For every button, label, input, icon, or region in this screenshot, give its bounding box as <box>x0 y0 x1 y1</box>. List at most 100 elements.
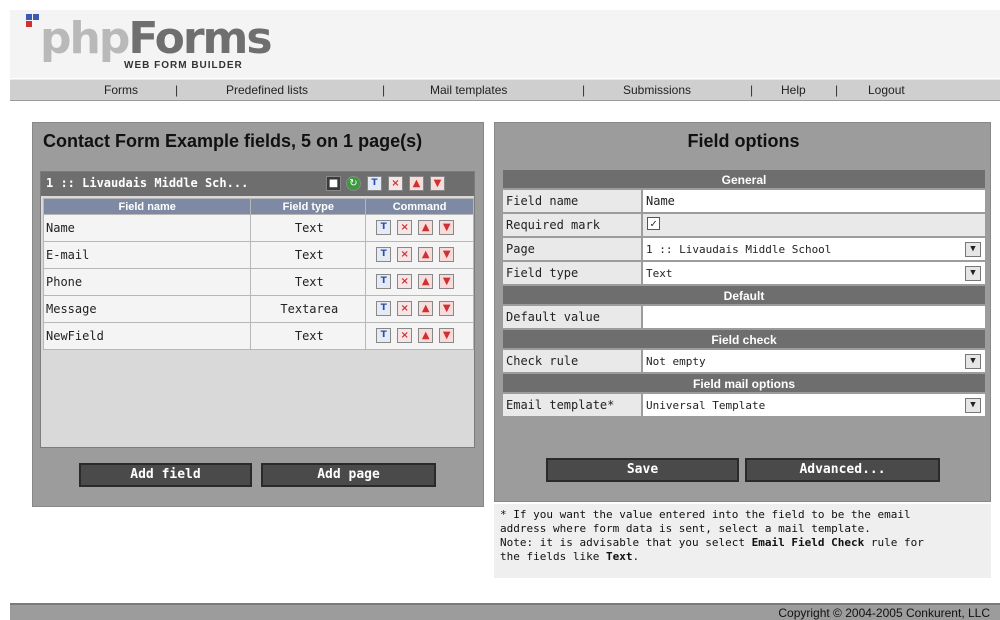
check-rule-select[interactable]: Not empty ▼ <box>642 349 986 373</box>
nav-separator: | <box>382 83 386 97</box>
save-button[interactable]: Save <box>546 458 739 482</box>
chevron-down-icon[interactable]: ▼ <box>965 354 981 369</box>
table-row[interactable]: E-mail Text T × ▲ ▼ <box>42 241 474 269</box>
move-up-icon[interactable]: ▲ <box>418 274 434 289</box>
field-type-cell: Text <box>250 268 367 296</box>
move-down-icon[interactable]: ▼ <box>439 220 455 235</box>
chevron-down-icon[interactable]: ▼ <box>965 242 981 257</box>
email-template-select-value: Universal Template <box>646 399 766 412</box>
note-line: Note: it is advisable that you select Em… <box>500 536 924 549</box>
edit-field-icon[interactable]: T <box>376 301 392 316</box>
chevron-down-icon[interactable]: ▼ <box>965 398 981 413</box>
nav-predefined-lists[interactable]: Predefined lists <box>226 83 308 97</box>
nav-forms[interactable]: Forms <box>104 83 138 97</box>
delete-field-icon[interactable]: × <box>397 274 413 289</box>
command-cell: T × ▲ ▼ <box>365 268 474 296</box>
page-box: 1 :: Livaudais Middle Sch... ■ ↻ T × ▲ ▼… <box>40 171 475 448</box>
table-row[interactable]: NewField Text T × ▲ ▼ <box>42 322 474 350</box>
field-type-label: Field type <box>502 261 642 285</box>
page-label: Page <box>502 237 642 261</box>
field-name-cell: NewField <box>42 322 252 350</box>
fields-table: Field name Field type Command Name Text … <box>42 198 474 350</box>
command-cell: T × ▲ ▼ <box>365 322 474 350</box>
section-default: Default <box>502 285 986 305</box>
section-field-check: Field check <box>502 329 986 349</box>
footer: Copyright © 2004-2005 Conkurent, LLC <box>10 603 1000 620</box>
edit-field-icon[interactable]: T <box>376 247 392 262</box>
add-page-button[interactable]: Add page <box>261 463 436 487</box>
field-name-cell: Message <box>42 295 252 323</box>
column-header: Field type <box>250 198 367 215</box>
advanced-button[interactable]: Advanced... <box>745 458 940 482</box>
move-up-icon[interactable]: ▲ <box>418 247 434 262</box>
delete-page-icon[interactable]: × <box>388 176 403 191</box>
command-cell: T × ▲ ▼ <box>365 214 474 242</box>
chevron-down-icon[interactable]: ▼ <box>965 266 981 281</box>
logo-wordmark: phpForms <box>40 13 273 64</box>
move-up-icon[interactable]: ▲ <box>418 328 434 343</box>
command-cell: T × ▲ ▼ <box>365 241 474 269</box>
top-nav: Forms | Predefined lists | Mail template… <box>10 79 1000 101</box>
delete-field-icon[interactable]: × <box>397 247 413 262</box>
column-header: Field name <box>42 198 252 215</box>
table-row[interactable]: Message Textarea T × ▲ ▼ <box>42 295 474 323</box>
page-header: 1 :: Livaudais Middle Sch... ■ ↻ T × ▲ ▼ <box>41 172 474 196</box>
delete-field-icon[interactable]: × <box>397 328 413 343</box>
delete-field-icon[interactable]: × <box>397 220 413 235</box>
nav-mail-templates[interactable]: Mail templates <box>430 83 507 97</box>
page-select[interactable]: 1 :: Livaudais Middle School ▼ <box>642 237 986 261</box>
note-line: * If you want the value entered into the… <box>500 508 911 521</box>
move-up-icon[interactable]: ▲ <box>418 220 434 235</box>
field-options-title: Field options <box>687 131 800 151</box>
nav-separator: | <box>175 83 179 97</box>
refresh-icon[interactable]: ↻ <box>346 176 361 191</box>
logo[interactable]: phpForms WEB FORM BUILDER <box>26 14 286 76</box>
nav-help[interactable]: Help <box>781 83 806 97</box>
table-row[interactable]: Name Text T × ▲ ▼ <box>42 214 474 242</box>
nav-submissions[interactable]: Submissions <box>623 83 691 97</box>
field-name-cell: Phone <box>42 268 252 296</box>
default-value-label: Default value <box>502 305 642 329</box>
move-down-icon[interactable]: ▼ <box>439 274 455 289</box>
section-field-mail-options: Field mail options <box>502 373 986 393</box>
field-type-cell: Text <box>250 214 367 242</box>
field-options-form: General Field name Name Required mark ✓ … <box>502 169 986 417</box>
email-template-select[interactable]: Universal Template ▼ <box>642 393 986 417</box>
field-type-cell: Text <box>250 241 367 269</box>
field-name-label: Field name <box>502 189 642 213</box>
default-value-input[interactable] <box>642 305 986 329</box>
table-row[interactable]: Phone Text T × ▲ ▼ <box>42 268 474 296</box>
note-line: address where form data is sent, select … <box>500 522 871 535</box>
field-type-select[interactable]: Text ▼ <box>642 261 986 285</box>
note-line: the fields like Text. <box>500 550 640 563</box>
required-mark-checkbox[interactable]: ✓ <box>647 217 660 230</box>
nav-separator: | <box>582 83 586 97</box>
page-select-value: 1 :: Livaudais Middle School <box>646 243 832 256</box>
delete-field-icon[interactable]: × <box>397 301 413 316</box>
move-page-up-icon[interactable]: ▲ <box>409 176 424 191</box>
edit-field-icon[interactable]: T <box>376 328 392 343</box>
fields-panel: Contact Form Example fields, 5 on 1 page… <box>32 122 484 507</box>
move-up-icon[interactable]: ▲ <box>418 301 434 316</box>
check-rule-select-value: Not empty <box>646 355 706 368</box>
command-cell: T × ▲ ▼ <box>365 295 474 323</box>
add-field-button[interactable]: Add field <box>79 463 252 487</box>
field-type-cell: Text <box>250 322 367 350</box>
nav-separator: | <box>835 83 839 97</box>
save-page-icon[interactable]: ■ <box>326 176 341 191</box>
move-down-icon[interactable]: ▼ <box>439 247 455 262</box>
fields-panel-title: Contact Form Example fields, 5 on 1 page… <box>43 131 423 151</box>
email-template-label: Email template* <box>502 393 642 417</box>
page-header-title: 1 :: Livaudais Middle Sch... <box>46 176 249 190</box>
move-down-icon[interactable]: ▼ <box>439 328 455 343</box>
edit-field-icon[interactable]: T <box>376 274 392 289</box>
field-name-input[interactable]: Name <box>642 189 986 213</box>
nav-logout[interactable]: Logout <box>868 83 905 97</box>
move-page-down-icon[interactable]: ▼ <box>430 176 445 191</box>
edit-field-icon[interactable]: T <box>376 220 392 235</box>
move-down-icon[interactable]: ▼ <box>439 301 455 316</box>
edit-page-icon[interactable]: T <box>367 176 382 191</box>
section-general: General <box>502 169 986 189</box>
copyright-text: Copyright © 2004-2005 Conkurent, LLC <box>778 606 990 620</box>
logo-tagline: WEB FORM BUILDER <box>124 60 243 71</box>
